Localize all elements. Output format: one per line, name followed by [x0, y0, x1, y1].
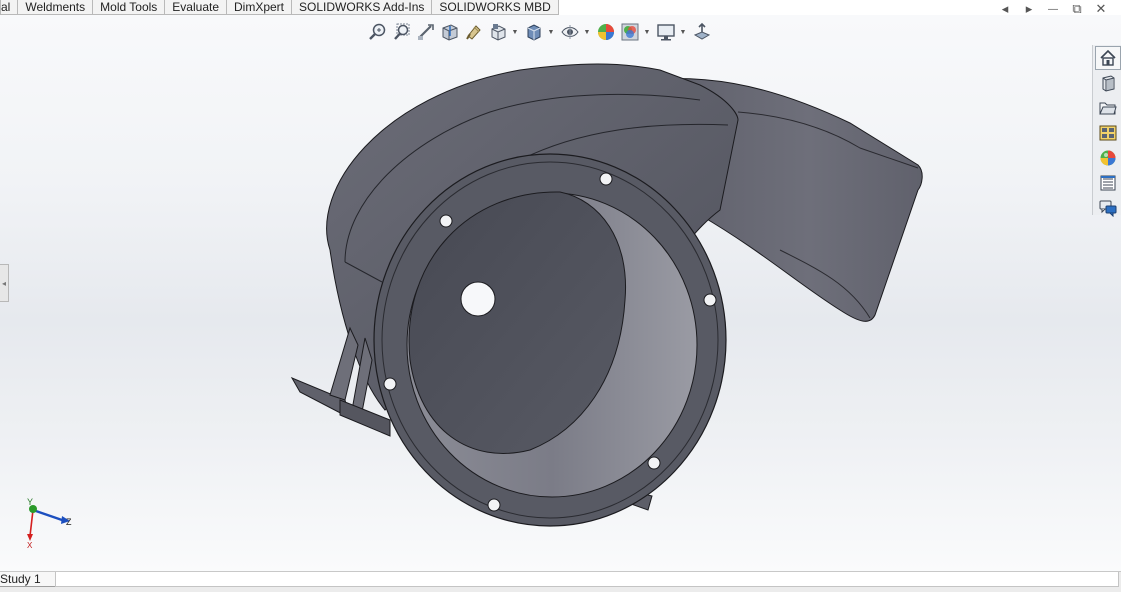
window-controls: ◂ ▸ — ⧉ ✕ — [993, 0, 1113, 18]
view-settings-icon[interactable] — [654, 20, 678, 44]
previous-document-icon[interactable]: ◂ — [993, 0, 1017, 18]
tab-solidworks-add-ins[interactable]: SOLIDWORKS Add-Ins — [291, 0, 433, 15]
view-orientation-icon[interactable] — [486, 20, 510, 44]
view-palette-icon[interactable] — [1095, 121, 1121, 145]
blower-housing-model[interactable] — [0, 15, 1121, 571]
reference-triad: Y Z X — [18, 496, 78, 552]
close-icon[interactable]: ✕ — [1089, 0, 1113, 18]
solidworks-resources-icon[interactable] — [1095, 46, 1121, 70]
z-axis — [32, 508, 63, 522]
graphics-area[interactable] — [0, 15, 1121, 571]
design-library-icon[interactable] — [1095, 71, 1121, 95]
custom-properties-icon[interactable] — [1095, 171, 1121, 195]
bolt-hole — [647, 456, 661, 470]
display-style-dropdown-icon[interactable]: ▼ — [546, 20, 556, 44]
view-orientation-dropdown-icon[interactable]: ▼ — [510, 20, 520, 44]
shaft-hole — [460, 281, 496, 317]
appearances-scenes-icon[interactable] — [1095, 146, 1121, 170]
apply-scene-icon[interactable] — [618, 20, 642, 44]
zoom-to-fit-icon[interactable] — [366, 20, 390, 44]
restore-icon[interactable]: ⧉ — [1065, 0, 1089, 18]
file-explorer-icon[interactable] — [1095, 96, 1121, 120]
forum-icon[interactable] — [1095, 196, 1121, 220]
study-tab-bar: Study 1 — [0, 571, 1121, 592]
tab-sheet-metal[interactable]: al — [0, 0, 19, 15]
x-axis — [29, 509, 34, 537]
tab-dimxpert[interactable]: DimXpert — [226, 0, 293, 15]
edit-appearance-icon[interactable] — [594, 20, 618, 44]
command-manager-tabs: al Weldments Mold Tools Evaluate DimXper… — [0, 0, 559, 15]
heads-up-view-toolbar: ▼ ▼ ▼ ▼ ▼ — [366, 19, 714, 45]
section-view-icon[interactable] — [438, 20, 462, 44]
previous-view-icon[interactable] — [414, 20, 438, 44]
tab-scroll-track[interactable] — [55, 572, 1119, 587]
bolt-hole — [487, 498, 501, 512]
task-pane — [1092, 45, 1121, 217]
rotate-view-icon[interactable] — [690, 20, 714, 44]
tab-weldments[interactable]: Weldments — [17, 0, 94, 15]
bolt-hole — [383, 377, 397, 391]
z-axis-label: Z — [66, 517, 72, 527]
collapse-arrow-icon: ◂ — [1, 278, 6, 288]
view-settings-dropdown-icon[interactable]: ▼ — [678, 20, 688, 44]
tab-evaluate[interactable]: Evaluate — [164, 0, 227, 15]
feature-manager-flyout-handle[interactable]: ◂ — [0, 264, 9, 302]
next-document-icon[interactable]: ▸ — [1017, 0, 1041, 18]
bolt-hole — [439, 214, 453, 228]
hide-show-items-dropdown-icon[interactable]: ▼ — [582, 20, 592, 44]
tab-study-1[interactable]: Study 1 — [0, 572, 59, 587]
tab-mold-tools[interactable]: Mold Tools — [92, 0, 166, 15]
minimize-icon[interactable]: — — [1041, 0, 1065, 18]
apply-scene-dropdown-icon[interactable]: ▼ — [642, 20, 652, 44]
bolt-hole — [599, 172, 613, 186]
dynamic-annotation-icon[interactable] — [462, 20, 486, 44]
tab-solidworks-mbd[interactable]: SOLIDWORKS MBD — [431, 0, 559, 15]
x-axis-label: X — [27, 541, 33, 550]
hide-show-items-icon[interactable] — [558, 20, 582, 44]
bolt-hole — [703, 293, 717, 307]
y-axis-label: Y — [27, 497, 33, 507]
zoom-to-area-icon[interactable] — [390, 20, 414, 44]
display-style-icon[interactable] — [522, 20, 546, 44]
